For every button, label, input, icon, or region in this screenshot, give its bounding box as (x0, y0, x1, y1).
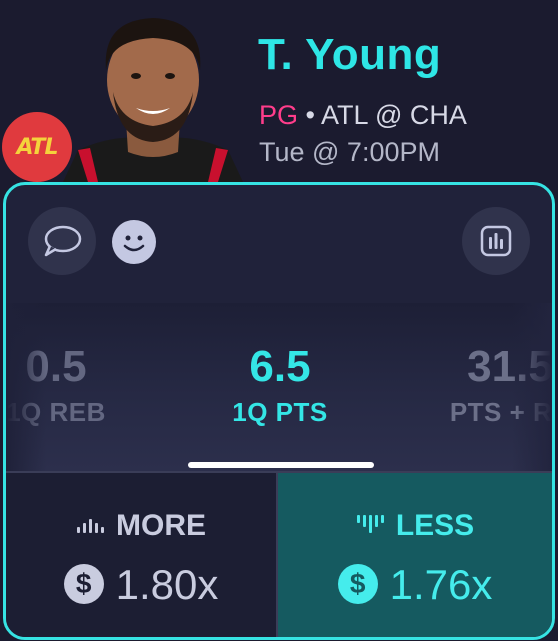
more-title: MORE (6, 509, 276, 543)
stat-option-selected[interactable]: 6.5 1Q PTS (215, 343, 345, 428)
player-position: PG (259, 100, 299, 130)
game-time: Tue @ 7:00PM (259, 137, 440, 167)
chat-bubble-icon (44, 225, 82, 257)
stat-type-label: 1Q PTS (232, 397, 328, 427)
pick-card-screen: ATL T. Young PG • ATL @ CHA Tue @ 7:00PM (0, 0, 558, 641)
projection-card: 0.5 1Q REB 6.5 1Q PTS 31.5 PTS + RE (3, 182, 555, 640)
bar-chart-icon (480, 225, 512, 257)
separator-dot: • (305, 100, 315, 130)
team-abbr: ATL (16, 134, 59, 160)
selection-indicator (188, 462, 374, 468)
matchup: ATL @ CHA (321, 100, 467, 130)
bars-down-icon (356, 515, 384, 534)
chat-button[interactable] (28, 207, 96, 275)
carousel-fade-right (512, 303, 552, 471)
stats-button[interactable] (462, 207, 530, 275)
carousel-fade-left (6, 303, 46, 471)
bars-up-icon (77, 519, 104, 534)
team-logo: ATL (2, 112, 72, 182)
more-label: MORE (116, 509, 206, 542)
more-button[interactable]: MORE $1.80x (6, 473, 278, 637)
more-multiplier: 1.80x (115, 561, 219, 608)
stat-line-value: 6.5 (249, 342, 311, 391)
less-multiplier-row: $1.76x (278, 561, 552, 609)
stat-carousel[interactable]: 0.5 1Q REB 6.5 1Q PTS 31.5 PTS + RE (6, 303, 552, 471)
less-button[interactable]: LESS $1.76x (278, 473, 552, 637)
less-multiplier: 1.76x (389, 561, 493, 608)
player-photo (58, 0, 248, 182)
less-title: LESS (278, 509, 552, 543)
dollar-icon: $ (337, 563, 378, 604)
matchup-line: PG • ATL @ CHA (259, 100, 467, 131)
dollar-icon: $ (63, 563, 104, 604)
smiley-icon[interactable] (112, 220, 156, 264)
pick-choices: MORE $1.80x LESS $1.76x (6, 471, 552, 637)
player-name: T. Young (258, 30, 442, 79)
more-multiplier-row: $1.80x (6, 561, 276, 609)
less-label: LESS (395, 509, 475, 542)
